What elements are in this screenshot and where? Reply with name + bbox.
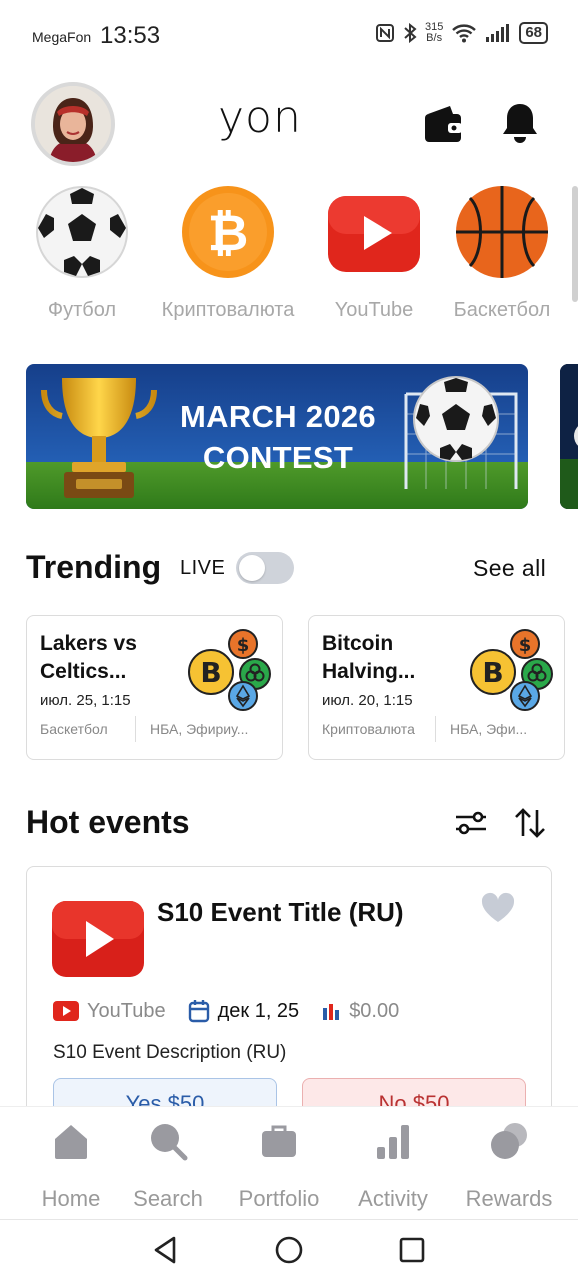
nav-activity[interactable]: Activity <box>338 1121 448 1212</box>
category-label: Баскетбол <box>453 299 551 321</box>
nav-rewards[interactable]: Rewards <box>454 1121 564 1212</box>
hot-events-title: Hot events <box>26 804 190 840</box>
nfc-icon <box>375 24 394 42</box>
nav-home[interactable]: Home <box>16 1121 126 1212</box>
youtube-icon <box>328 196 420 272</box>
nav-label: Rewards <box>465 1186 553 1211</box>
home-icon <box>55 1125 87 1159</box>
youtube-icon <box>53 1001 79 1021</box>
avatar[interactable] <box>31 82 115 166</box>
bar-chart-icon <box>323 1004 340 1020</box>
event-meta: YouTube дек 1, 25 $0.00 <box>53 999 421 1023</box>
system-navigation <box>0 1220 578 1280</box>
svg-text:$: $ <box>237 635 250 656</box>
trending-card-title: Bitcoin Halving... <box>322 632 416 683</box>
category-football[interactable]: Футбол <box>7 180 157 322</box>
event-source: YouTube <box>53 1000 166 1023</box>
crypto-coins-icon: $ B <box>188 629 271 711</box>
category-label: Криптовалюта <box>161 299 295 321</box>
square-icon <box>399 1237 425 1263</box>
back-icon <box>154 1236 176 1264</box>
category-carousel[interactable]: Футбол ₿ Криптовалюта YouTube Баскетбол <box>0 180 578 330</box>
crypto-coins-icon: $ B <box>470 629 553 711</box>
trending-card-category: Криптовалюта <box>322 721 415 737</box>
trending-card-date: июл. 20, 1:15 <box>322 692 413 709</box>
nav-search[interactable]: Search <box>113 1121 223 1212</box>
toggle-knob <box>239 555 265 581</box>
next-banner-peek[interactable] <box>560 364 578 509</box>
nav-label: Search <box>133 1186 203 1211</box>
nav-label: Activity <box>358 1186 428 1211</box>
avatar-image <box>35 86 111 162</box>
bell-icon <box>503 104 537 143</box>
category-crypto[interactable]: ₿ Криптовалюта <box>153 180 303 322</box>
divider <box>135 716 136 742</box>
category-label: Футбол <box>47 299 117 321</box>
event-description: S10 Event Description (RU) <box>53 1042 287 1063</box>
trending-card[interactable]: Lakers vs Celtics... $ B июл. 25, 1:15 Б… <box>26 615 283 760</box>
heart-icon <box>481 892 515 922</box>
trending-card-title: Lakers vs Celtics... <box>40 632 137 683</box>
status-bar: MegaFon 13:53 315 B/s 68 <box>0 0 578 72</box>
divider <box>435 716 436 742</box>
trending-card[interactable]: Bitcoin Halving... $ B июл. 20, 1:15 Кри… <box>308 615 565 760</box>
nav-portfolio[interactable]: Portfolio <box>224 1121 334 1212</box>
trending-title: Trending <box>26 549 162 585</box>
youtube-icon <box>52 901 144 977</box>
bottom-navigation: Home Search Portfolio Activity Rewards <box>0 1106 578 1220</box>
sort-button[interactable] <box>513 806 547 840</box>
home-system-button[interactable] <box>273 1234 305 1266</box>
live-label: LIVE <box>180 557 226 579</box>
svg-text:B: B <box>200 656 221 689</box>
search-icon <box>151 1124 188 1161</box>
bluetooth-icon <box>404 23 417 43</box>
trending-card-tags: НБА, Эфириу... <box>150 721 249 737</box>
briefcase-icon <box>262 1125 296 1157</box>
rewards-icon <box>491 1123 527 1159</box>
battery-indicator: 68 <box>519 22 548 44</box>
recents-button[interactable] <box>396 1234 428 1266</box>
net-speed: 315 B/s <box>424 21 444 44</box>
soccer-ball-icon <box>36 186 128 278</box>
nav-label: Portfolio <box>238 1186 320 1211</box>
back-button[interactable] <box>150 1234 182 1266</box>
svg-text:B: B <box>482 656 503 689</box>
svg-text:$: $ <box>519 635 532 656</box>
basketball-icon <box>456 186 548 278</box>
status-clock: 13:53 <box>100 22 161 49</box>
trending-card-category: Баскетбол <box>40 721 108 737</box>
app-logo: yon <box>218 92 302 143</box>
trending-card-date: июл. 25, 1:15 <box>40 692 131 709</box>
favorite-button[interactable] <box>480 892 516 924</box>
wallet-button[interactable] <box>422 104 464 144</box>
banner-title: MARCH 2026 CONTEST <box>180 399 376 475</box>
activity-icon <box>377 1125 409 1159</box>
calendar-icon <box>188 1000 209 1023</box>
wifi-icon <box>452 24 477 43</box>
circle-icon <box>275 1236 303 1264</box>
filter-icon <box>456 811 486 835</box>
scrollbar[interactable] <box>572 186 578 302</box>
category-basketball[interactable]: Баскетбол <box>427 180 577 322</box>
svg-text:₿: ₿ <box>208 204 249 262</box>
bitcoin-icon: ₿ <box>182 186 274 278</box>
live-toggle[interactable] <box>236 552 294 584</box>
wallet-icon <box>425 106 462 142</box>
next-banner-image <box>560 364 578 509</box>
notifications-button[interactable] <box>500 100 540 144</box>
carrier-name: MegaFon <box>32 29 92 45</box>
filter-button[interactable] <box>454 806 488 840</box>
contest-banner[interactable]: MARCH 2026 CONTEST <box>26 364 528 509</box>
sort-icon <box>515 808 545 838</box>
trending-card-tags: НБА, Эфи... <box>450 721 528 737</box>
see-all-link[interactable]: See all <box>473 555 546 582</box>
event-amount: $0.00 <box>321 1000 399 1023</box>
event-date: дек 1, 25 <box>188 999 299 1023</box>
nav-label: Home <box>41 1186 101 1211</box>
event-title: S10 Event Title (RU) <box>157 897 404 927</box>
status-icons: 315 B/s 68 <box>375 22 548 44</box>
signal-icon <box>486 24 510 42</box>
